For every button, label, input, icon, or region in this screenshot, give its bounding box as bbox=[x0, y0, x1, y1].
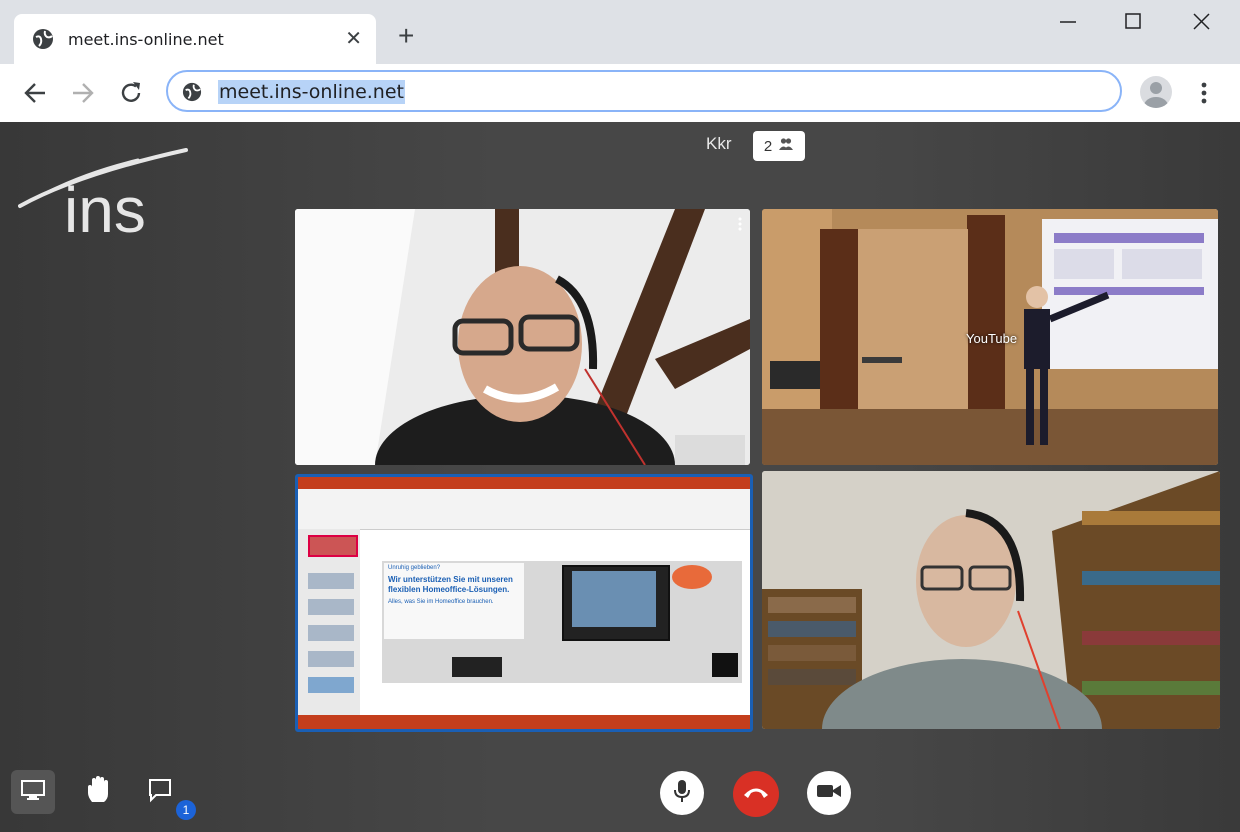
video-tile-presenter[interactable]: YouTube bbox=[762, 209, 1218, 465]
chat-icon bbox=[147, 777, 173, 808]
slide-text-box: Unruhig geblieben? Wir unterstützen Sie … bbox=[384, 563, 524, 639]
tile-label: YouTube bbox=[966, 331, 1018, 346]
browser-menu-icon[interactable] bbox=[1198, 78, 1210, 113]
video-tile-screenshare[interactable]: Unruhig geblieben? Wir unterstützen Sie … bbox=[295, 474, 753, 732]
video-camera-icon bbox=[816, 782, 842, 805]
profile-avatar-icon[interactable] bbox=[1140, 76, 1172, 108]
ppt-title-bar bbox=[298, 477, 750, 489]
window-close-icon[interactable] bbox=[1192, 12, 1212, 38]
participant-count-badge[interactable]: 2 bbox=[753, 131, 805, 161]
slide-subtext: Alles, was Sie im Homeoffice brauchen. bbox=[388, 599, 494, 605]
reload-icon[interactable] bbox=[114, 76, 148, 110]
hangup-button[interactable] bbox=[733, 771, 779, 817]
ins-logo: ins bbox=[18, 134, 198, 246]
participant-video bbox=[295, 209, 750, 465]
video-tile-participant-1[interactable] bbox=[295, 209, 750, 465]
hand-icon bbox=[84, 775, 112, 810]
globe-icon bbox=[32, 28, 54, 55]
camera-button[interactable] bbox=[807, 771, 851, 815]
ppt-ribbon bbox=[298, 489, 750, 530]
minimize-icon[interactable] bbox=[1058, 10, 1078, 36]
address-bar[interactable]: meet.ins-online.net bbox=[166, 70, 1122, 112]
hangup-icon bbox=[742, 784, 770, 805]
ppt-status-bar bbox=[298, 715, 750, 729]
browser-titlebar: meet.ins-online.net ✕ + bbox=[0, 0, 1240, 64]
video-tile-participant-2[interactable] bbox=[762, 471, 1220, 729]
ppt-slide-panel bbox=[298, 529, 360, 715]
forward-icon[interactable] bbox=[66, 76, 100, 110]
close-tab-icon[interactable]: ✕ bbox=[345, 26, 362, 51]
logo-text: ins bbox=[64, 174, 146, 234]
tab-title: meet.ins-online.net bbox=[68, 30, 224, 49]
room-name: Kkr bbox=[706, 134, 732, 153]
back-icon[interactable] bbox=[18, 76, 52, 110]
microphone-button[interactable] bbox=[660, 771, 704, 815]
slide-badge: Unruhig geblieben? bbox=[388, 565, 441, 571]
browser-tab[interactable]: meet.ins-online.net ✕ bbox=[14, 14, 376, 64]
url-text[interactable]: meet.ins-online.net bbox=[218, 80, 405, 104]
screenshare-button[interactable] bbox=[11, 770, 55, 814]
participant-count: 2 bbox=[763, 137, 773, 155]
ppt-slide: Unruhig geblieben? Wir unterstützen Sie … bbox=[382, 561, 742, 683]
monitor-icon bbox=[20, 778, 46, 807]
site-info-icon[interactable] bbox=[182, 82, 202, 107]
participants-icon bbox=[778, 136, 794, 156]
microphone-icon bbox=[672, 779, 692, 808]
new-tab-button[interactable]: + bbox=[398, 22, 414, 50]
meeting-area: ins Kkr 2 YouTube Unruhig geblieben? Wir… bbox=[0, 122, 1240, 832]
maximize-icon[interactable] bbox=[1124, 12, 1144, 38]
more-options-icon[interactable] bbox=[738, 217, 742, 236]
chat-unread-badge: 1 bbox=[176, 800, 196, 820]
slide-heading: Wir unterstützen Sie mit unseren flexibl… bbox=[388, 575, 513, 594]
raise-hand-button[interactable] bbox=[76, 770, 120, 814]
participant-video bbox=[762, 471, 1220, 729]
browser-toolbar: meet.ins-online.net bbox=[0, 64, 1240, 123]
